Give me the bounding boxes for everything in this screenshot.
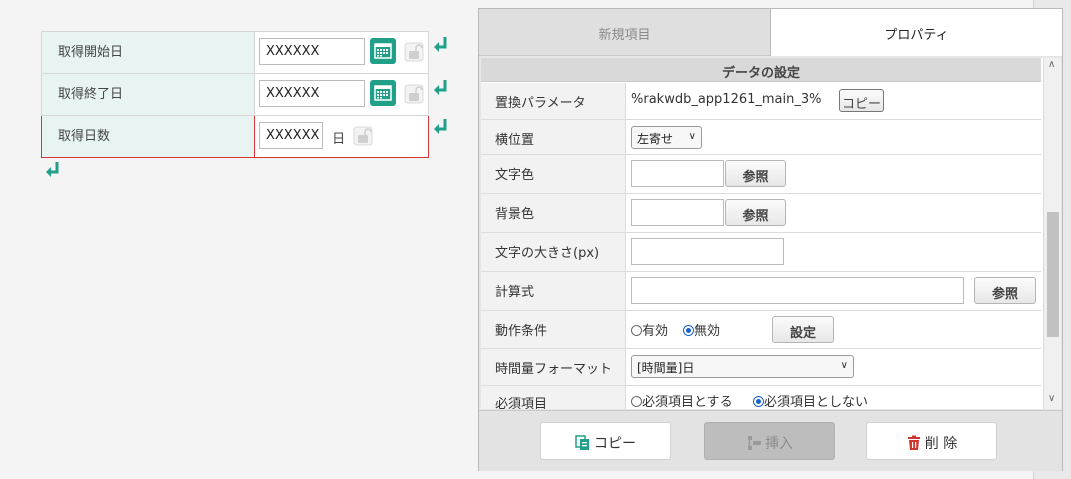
bg-color-input[interactable] [631,199,724,226]
prop-row-text-color: 文字色 参照 [481,155,1041,194]
unlock-icon[interactable] [404,84,424,104]
delete-button-label: 削 除 [924,436,958,452]
panel-tabs: 新規項目 プロパティ [479,9,1062,56]
tab-new-item[interactable]: 新規項目 [479,9,770,56]
option-label: 必須項目とする [642,395,733,409]
h-position-select[interactable]: 左寄せ ∨ [631,126,702,149]
required-no-option[interactable]: 必須項目としない [753,391,868,409]
line-break-icon[interactable] [45,161,61,179]
condition-settings-button[interactable]: 設定 [772,316,834,343]
scroll-up-icon[interactable]: ∧ [1048,59,1055,70]
prop-label: 背景色 [481,194,626,232]
scroll-down-icon[interactable]: ∨ [1048,393,1055,404]
select-value: 左寄せ [637,132,674,146]
prop-label: 時間量フォーマット [481,349,626,385]
prop-row-formula: 計算式 参照 [481,272,1041,311]
prop-label: 置換パラメータ [481,83,626,119]
copy-button-label: コピー [594,436,636,452]
prop-row-h-position: 横位置 左寄せ ∨ [481,120,1041,155]
line-break-icon[interactable] [433,79,449,97]
bg-color-browse-button[interactable]: 参照 [725,199,786,226]
prop-row-replace-param: 置換パラメータ %rakwdb_app1261_main_3% コピー [481,83,1041,120]
line-break-icon[interactable] [433,36,449,54]
time-format-select[interactable]: [時間量]日 ∨ [631,355,854,378]
unit-label: 日 [332,132,346,147]
day-count-input[interactable]: XXXXXX [259,122,323,149]
text-color-browse-button[interactable]: 参照 [725,160,786,187]
option-label: 有効 [642,324,669,339]
start-date-input[interactable]: XXXXXX [259,38,365,65]
properties-scroll-area[interactable]: データの設定 置換パラメータ %rakwdb_app1261_main_3% コ… [481,58,1061,409]
chevron-down-icon: ∨ [840,360,848,371]
condition-enabled-option[interactable]: 有効 [631,320,668,339]
condition-disabled-option[interactable]: 無効 [683,320,720,339]
radio-button[interactable] [683,325,694,336]
insert-button-label: 挿入 [765,436,793,452]
prop-label: 文字色 [481,155,626,193]
section-title: データの設定 [481,58,1041,82]
property-panel: 新規項目 プロパティ データの設定 置換パラメータ %rakwdb_app126… [478,8,1063,471]
radio-button[interactable] [631,325,642,336]
copy-param-button[interactable]: コピー [839,89,884,112]
prop-row-time-format: 時間量フォーマット [時間量]日 ∨ [481,349,1041,386]
scrollbar-thumb[interactable] [1047,212,1059,337]
prop-row-font-size: 文字の大きさ(px) [481,233,1041,272]
prop-label: 文字の大きさ(px) [481,233,626,271]
prop-row-required: 必須項目 必須項目とする 必須項目としない [481,386,1041,409]
unlock-icon[interactable] [404,42,424,62]
field-label: 取得終了日 [41,73,255,116]
text-color-input[interactable] [631,160,724,187]
line-break-icon[interactable] [433,118,449,136]
form-row-day-count[interactable]: 取得日数 XXXXXX 日 [41,115,429,158]
unlock-icon[interactable] [353,126,373,146]
field-label: 取得開始日 [41,31,255,74]
chevron-down-icon: ∨ [688,131,696,142]
calendar-icon[interactable] [370,38,397,64]
tab-properties[interactable]: プロパティ [770,9,1062,56]
formula-input[interactable] [631,277,964,304]
trash-icon [907,435,920,450]
copy-icon [575,435,589,450]
prop-label: 横位置 [481,120,626,154]
insert-button[interactable]: 挿入 [704,422,835,460]
prop-label: 計算式 [481,272,626,310]
radio-button[interactable] [753,396,764,407]
vertical-scrollbar[interactable]: ∧ ∨ [1043,58,1061,409]
prop-label: 必須項目 [481,386,626,409]
prop-label: 動作条件 [481,311,626,348]
option-label: 無効 [694,324,721,339]
radio-button[interactable] [631,396,642,407]
replace-param-value: %rakwdb_app1261_main_3% [631,92,822,107]
form-row-start-date[interactable]: 取得開始日 XXXXXX [41,31,429,74]
prop-row-bg-color: 背景色 参照 [481,194,1041,233]
form-row-end-date[interactable]: 取得終了日 XXXXXX [41,73,429,116]
formula-browse-button[interactable]: 参照 [974,277,1036,304]
copy-button[interactable]: コピー [540,422,671,460]
prop-row-condition: 動作条件 有効 無効 設定 [481,311,1041,349]
form-layout-table: 取得開始日 XXXXXX 取得終了日 XXXXXX 取得日数 XXXXXX 日 [41,31,429,158]
font-size-input[interactable] [631,238,784,265]
option-label: 必須項目としない [764,395,869,409]
field-label: 取得日数 [41,115,255,158]
select-value: [時間量]日 [637,361,695,375]
required-yes-option[interactable]: 必須項目とする [631,391,733,409]
panel-footer: コピー 挿入 削 除 [479,410,1062,471]
calendar-icon[interactable] [370,80,397,106]
insert-icon [748,436,761,450]
end-date-input[interactable]: XXXXXX [259,80,365,107]
delete-button[interactable]: 削 除 [866,422,997,460]
